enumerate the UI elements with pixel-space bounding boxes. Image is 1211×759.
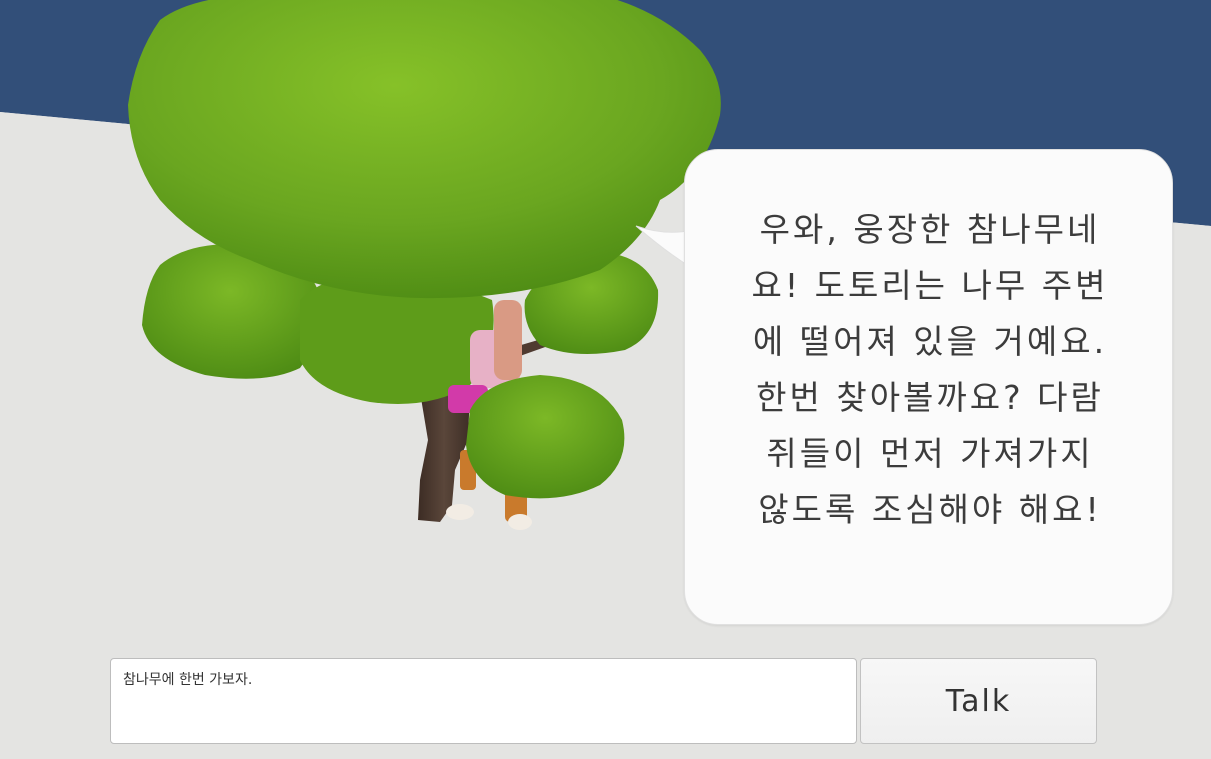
npc-dialogue-text: 우와, 웅장한 참나무네 요! 도토리는 나무 주변 에 떨어져 있을 거예요.… — [751, 210, 1109, 529]
character-shoe-left — [446, 504, 474, 520]
talk-button[interactable]: Talk — [860, 658, 1097, 744]
npc-speech-bubble: 우와, 웅장한 참나무네 요! 도토리는 나무 주변 에 떨어져 있을 거예요.… — [684, 149, 1173, 625]
character-arm — [494, 300, 522, 380]
character-shoe-right — [508, 514, 532, 530]
chat-input[interactable]: 참나무에 한번 가보자. — [110, 658, 857, 744]
game-viewport: 우와, 웅장한 참나무네 요! 도토리는 나무 주변 에 떨어져 있을 거예요.… — [0, 0, 1211, 759]
